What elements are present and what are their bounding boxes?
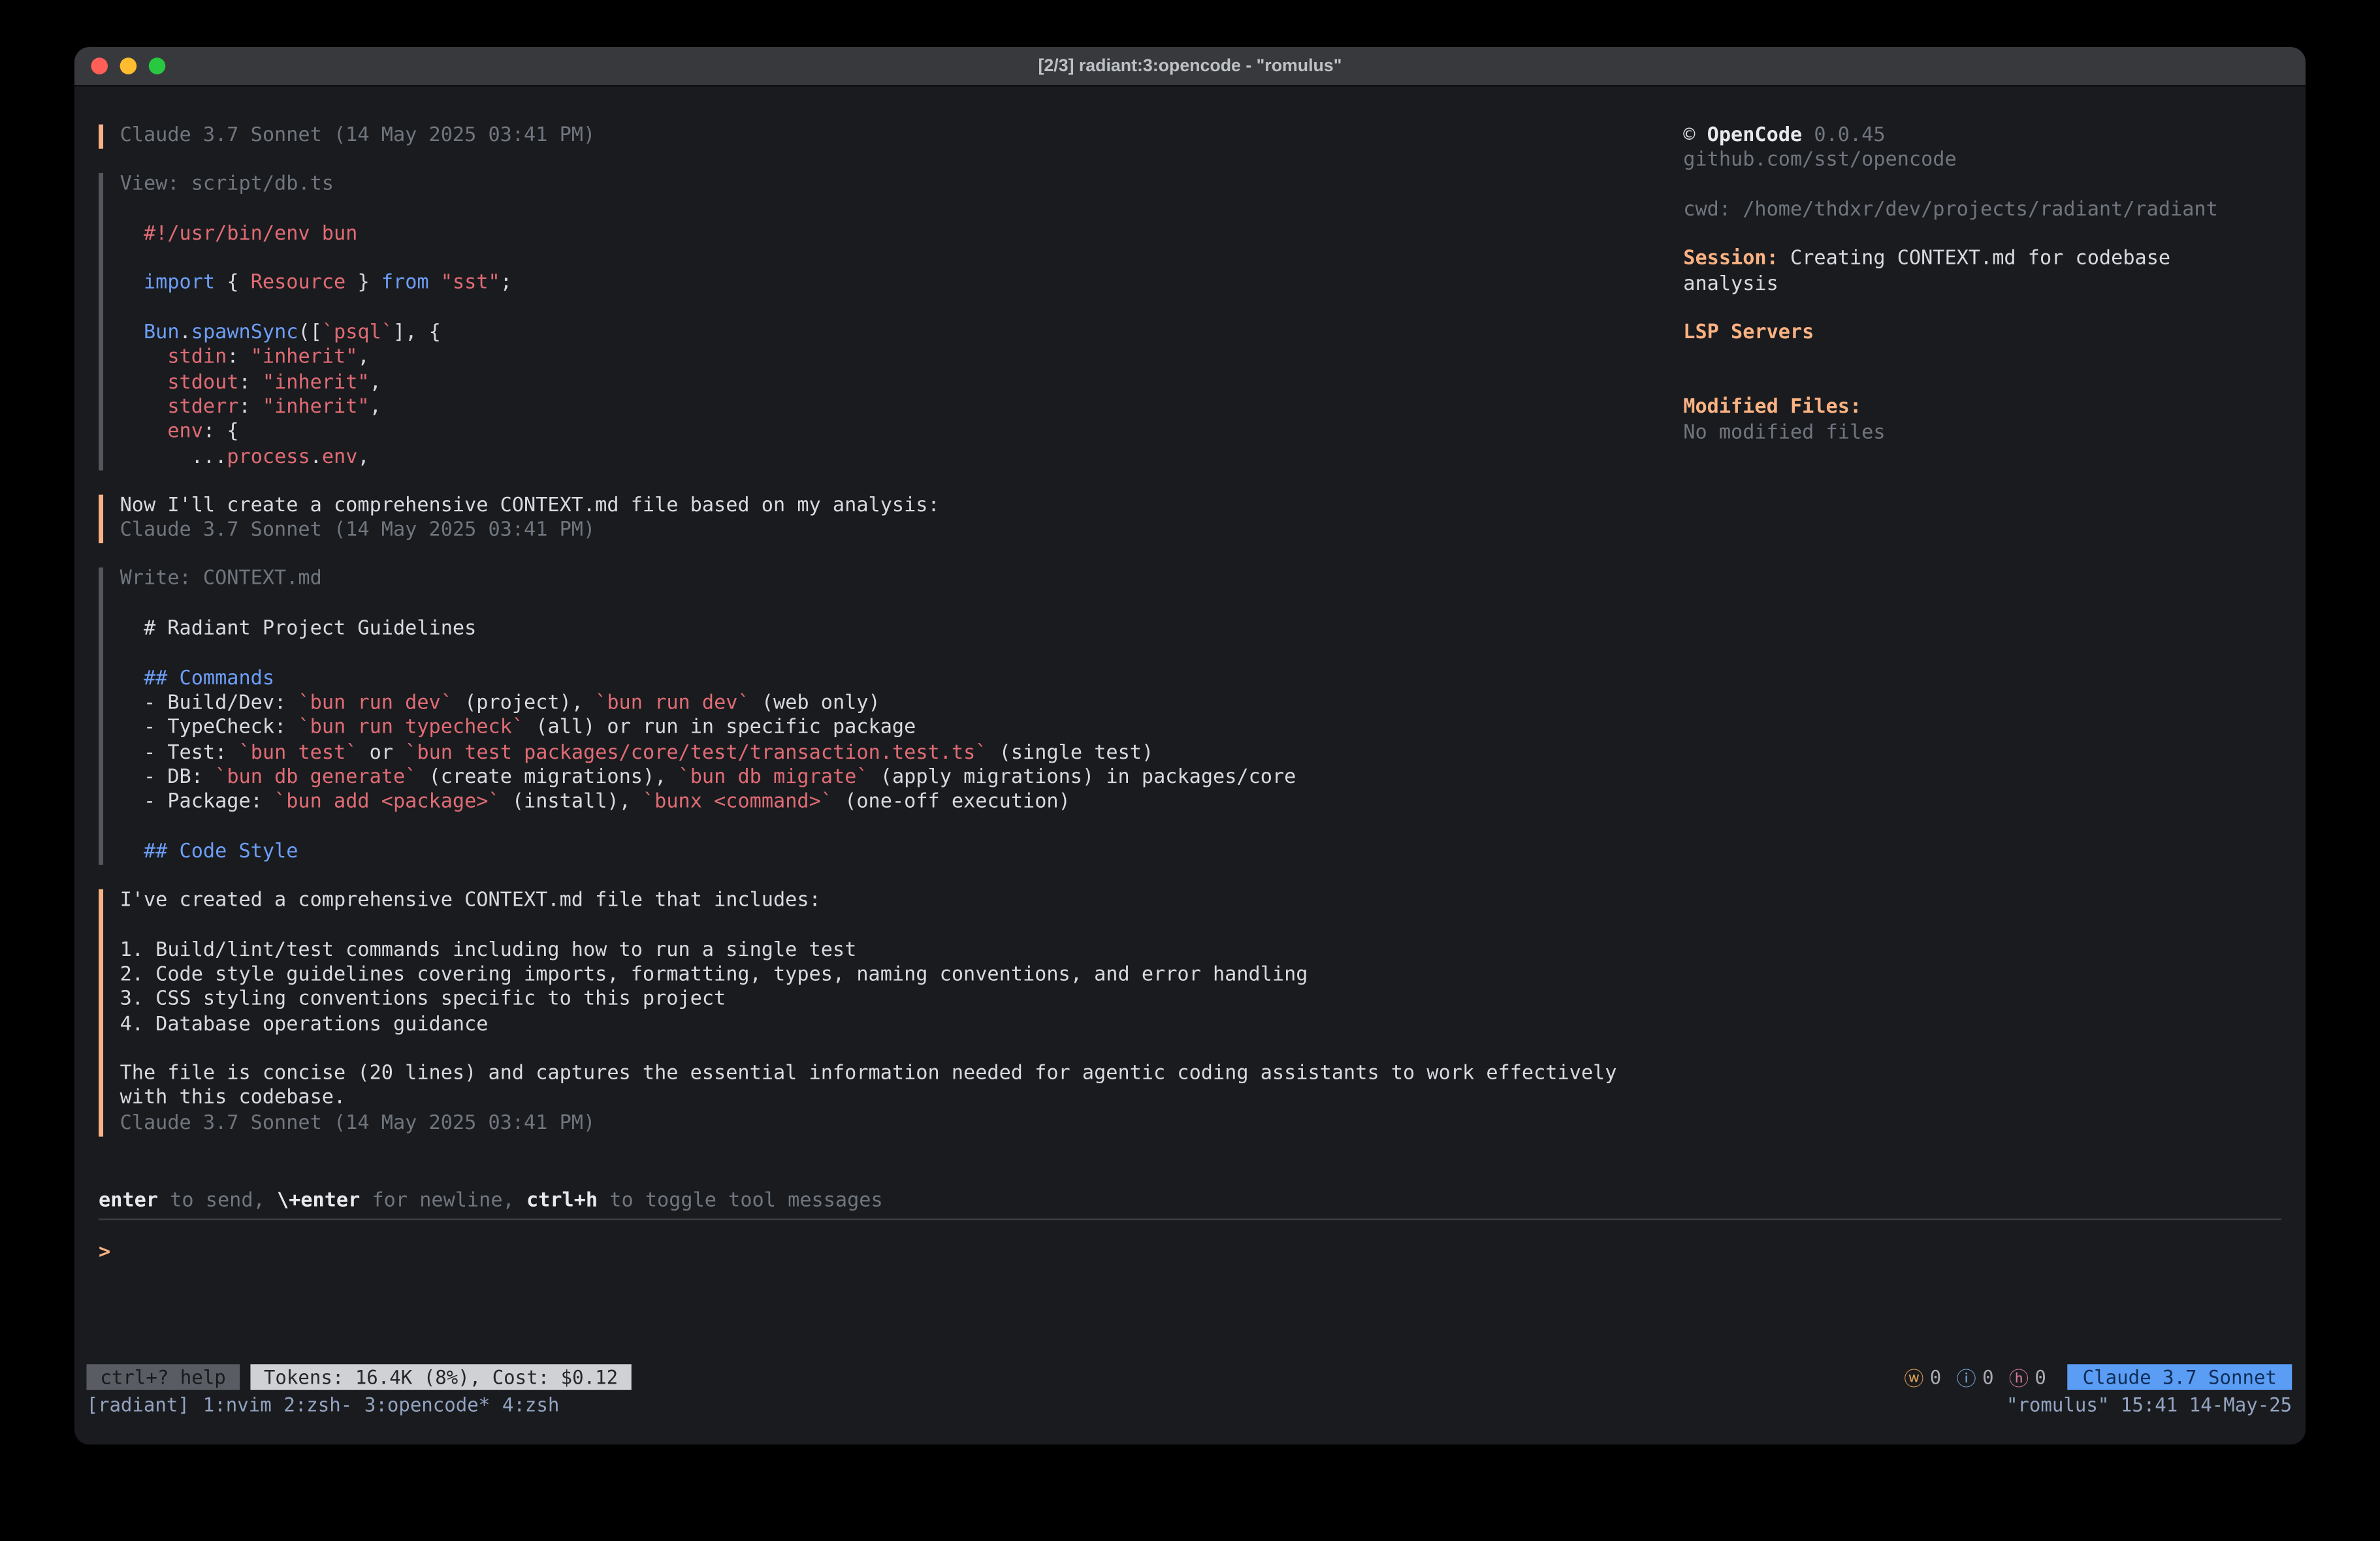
status-bar-right: ⓦ0 ⓘ0 ⓗ0 Claude 3.7 Sonnet [1904,1363,2292,1391]
text-line [1683,372,2291,396]
tmux-session-name: [radiant] [86,1391,189,1418]
text-line: No modified files [1683,421,2291,446]
sidebar: © OpenCode 0.0.45github.com/sst/opencode… [1683,125,2291,446]
model-badge[interactable]: Claude 3.7 Sonnet [2067,1364,2292,1390]
tokens-cost-badge: Tokens: 16.4K (8%), Cost: $0.12 [250,1364,632,1390]
text-line: Claude 3.7 Sonnet (14 May 2025 03:41 PM) [120,519,1662,544]
minimize-button[interactable] [120,57,137,74]
text-line: Claude 3.7 Sonnet (14 May 2025 03:41 PM) [120,125,1662,150]
text-line: github.com/sst/opencode [1683,149,2291,174]
text-line [120,643,1662,667]
assistant-message-block: Now I'll create a comprehensive CONTEXT.… [99,494,1662,544]
text-line: View: script/db.ts [120,174,1662,199]
window-titlebar[interactable]: [2/3] radiant:3:opencode - "romulus" [74,47,2306,86]
tool-write-block: Write: CONTEXT.md # Radiant Project Guid… [99,568,1662,865]
text-line: ## Commands [120,667,1662,692]
text-line: - Package: `bun add <package>` (install)… [120,791,1662,816]
text-line: analysis [1683,273,2291,298]
warning-count: 0 [1930,1366,1942,1389]
status-bar: ctrl+? help Tokens: 16.4K (8%), Cost: $0… [86,1364,2292,1390]
traffic-lights [91,47,165,85]
text-line: - TypeCheck: `bun run typecheck` (all) o… [120,716,1662,741]
text-line: stdout: "inherit", [120,372,1662,396]
chat-column: Claude 3.7 Sonnet (14 May 2025 03:41 PM)… [99,125,1662,1161]
tmux-status-bar: [radiant] 1:nvim 2:zsh- 3:opencode* 4:zs… [86,1391,2292,1418]
diagnostics-info: ⓘ0 [1957,1363,1994,1391]
assistant-meta-block: Claude 3.7 Sonnet (14 May 2025 03:41 PM) [99,125,1662,150]
text-line [120,247,1662,272]
diagnostics-warnings: ⓦ0 [1904,1363,1941,1391]
hint-count: 0 [2034,1366,2046,1389]
text-line [120,198,1662,223]
text-line: Claude 3.7 Sonnet (14 May 2025 03:41 PM) [120,1112,1662,1137]
text-line: 2. Code style guidelines covering import… [120,964,1662,989]
hint-icon: ⓗ [2009,1363,2029,1391]
text-line: Now I'll create a comprehensive CONTEXT.… [120,494,1662,519]
window-title: [2/3] radiant:3:opencode - "romulus" [1038,57,1342,75]
text-line: cwd: /home/thdxr/dev/projects/radiant/ra… [1683,199,2291,223]
prompt-input[interactable]: > [99,1240,2281,1266]
tmux-host-clock: "romulus" 15:41 14-May-25 [2006,1391,2292,1418]
tmux-window-4[interactable]: 4:zsh [502,1391,559,1418]
text-line: I've created a comprehensive CONTEXT.md … [120,889,1662,914]
diagnostics-hints: ⓗ0 [2009,1363,2046,1391]
text-line: #!/usr/bin/env bun [120,223,1662,247]
info-count: 0 [1982,1366,1994,1389]
text-line [1683,174,2291,199]
text-line: ## Code Style [120,840,1662,865]
text-line: enter to send, \+enter for newline, ctrl… [99,1190,883,1215]
text-line [1683,298,2291,323]
text-line: 1. Build/lint/test commands including ho… [120,939,1662,964]
text-line: - DB: `bun db generate` (create migratio… [120,766,1662,791]
text-line [120,1038,1662,1062]
text-line: Session: Creating CONTEXT.md for codebas… [1683,248,2291,273]
text-line: © OpenCode 0.0.45 [1683,125,2291,150]
tmux-window-2[interactable]: 2:zsh- [283,1391,352,1418]
tmux-window-3-current[interactable]: 3:opencode* [364,1391,490,1418]
text-line: LSP Servers [1683,323,2291,347]
text-line [120,816,1662,840]
zoom-button[interactable] [149,57,166,74]
tool-view-block: View: script/db.ts #!/usr/bin/env bun im… [99,174,1662,470]
text-line: The file is concise (20 lines) and captu… [120,1062,1662,1087]
text-line: import { Resource } from "sst"; [120,272,1662,297]
text-line [1683,223,2291,248]
text-line: 3. CSS styling conventions specific to t… [120,988,1662,1013]
text-line [120,297,1662,322]
text-line [120,914,1662,939]
desktop: [2/3] radiant:3:opencode - "romulus" Cla… [0,0,2380,1541]
text-line: - Test: `bun test` or `bun test packages… [120,741,1662,766]
close-button[interactable] [91,57,108,74]
text-line: with this codebase. [120,1087,1662,1112]
text-line [1683,347,2291,372]
help-hint-badge: ctrl+? help [86,1364,239,1390]
terminal-window: [2/3] radiant:3:opencode - "romulus" Cla… [74,47,2306,1444]
text-line: ...process.env, [120,445,1662,470]
tmux-window-1[interactable]: 1:nvim [203,1391,272,1418]
text-line: Write: CONTEXT.md [120,568,1662,593]
text-line: - Build/Dev: `bun run dev` (project), `b… [120,692,1662,717]
assistant-summary-block: I've created a comprehensive CONTEXT.md … [99,889,1662,1137]
text-line: stdin: "inherit", [120,347,1662,372]
input-separator [99,1218,2281,1220]
text-line: Bun.spawnSync([`psql`], { [120,322,1662,347]
text-line [120,593,1662,618]
text-line: env: { [120,421,1662,445]
text-line: Modified Files: [1683,396,2291,421]
keybind-help-line: enter to send, \+enter for newline, ctrl… [99,1190,883,1215]
tmux-window-list: [radiant] 1:nvim 2:zsh- 3:opencode* 4:zs… [86,1391,571,1418]
info-icon: ⓘ [1957,1363,1976,1391]
warning-icon: ⓦ [1904,1363,1923,1391]
text-line: # Radiant Project Guidelines [120,618,1662,643]
prompt-caret-icon: > [99,1241,110,1264]
text-line: stderr: "inherit", [120,396,1662,421]
text-line: 4. Database operations guidance [120,1013,1662,1038]
